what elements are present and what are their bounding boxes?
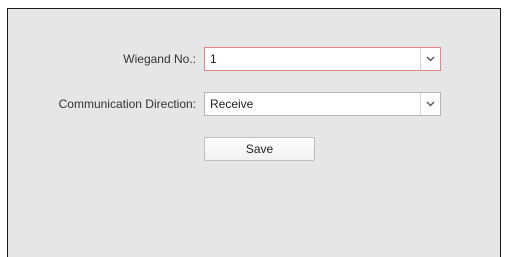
- communication-direction-select[interactable]: Receive: [204, 92, 441, 116]
- chevron-down-icon[interactable]: [421, 48, 440, 70]
- wiegand-number-label: Wiegand No.:: [123, 52, 196, 66]
- settings-panel: Wiegand No.: 1 Communication Direction: …: [7, 8, 501, 257]
- chevron-down-icon[interactable]: [421, 93, 440, 115]
- wiegand-row: Wiegand No.: 1: [8, 47, 500, 71]
- wiegand-number-value: 1: [210, 52, 217, 66]
- communication-direction-value: Receive: [210, 97, 254, 111]
- save-button[interactable]: Save: [204, 137, 315, 161]
- wiegand-number-select[interactable]: 1: [204, 47, 441, 71]
- direction-row: Communication Direction: Receive: [8, 92, 500, 116]
- communication-direction-label: Communication Direction:: [58, 97, 196, 111]
